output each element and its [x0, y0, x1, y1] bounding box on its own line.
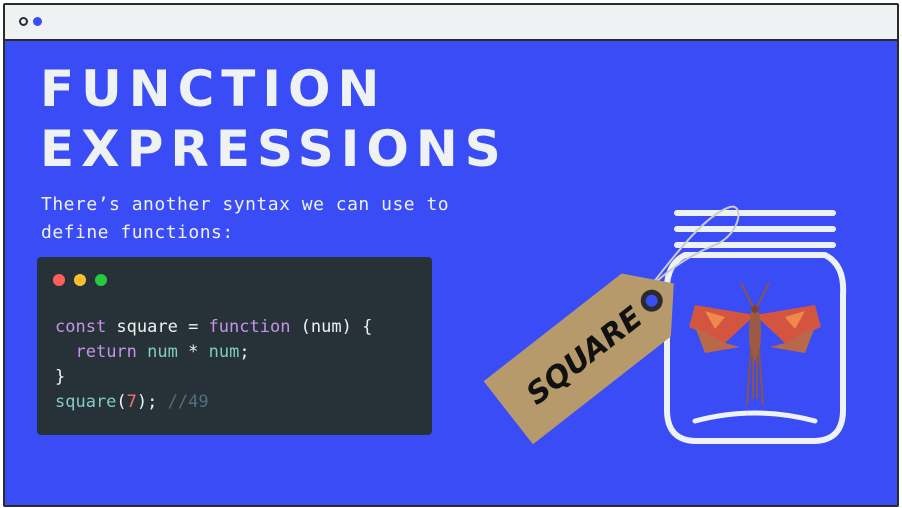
- title-line-1: FUNCTION: [40, 60, 387, 118]
- code-paren: );: [136, 392, 168, 412]
- code-keyword-return: return: [75, 342, 137, 362]
- slide-frame: FUNCTION EXPRESSIONS There’s another syn…: [3, 3, 899, 507]
- jar-lid: [674, 210, 836, 248]
- code-block: const square = function (num) { return n…: [55, 315, 372, 415]
- code-identifier: num: [208, 342, 240, 362]
- code-comment: //49: [167, 392, 209, 412]
- title-line-2: EXPRESSIONS: [40, 120, 508, 178]
- maximize-dot-icon: [95, 274, 107, 286]
- close-dot-icon: [53, 274, 65, 286]
- code-line-1: const square = function (num) {: [55, 317, 372, 337]
- jar-bottom-curve: [692, 410, 818, 424]
- window-title-bar: [5, 5, 897, 41]
- code-function-call: square: [55, 392, 117, 412]
- code-paren: (: [116, 392, 127, 412]
- code-text: square =: [106, 317, 209, 337]
- code-text: ;: [239, 342, 250, 362]
- window-dot-outline-icon[interactable]: [19, 17, 28, 26]
- code-keyword-const: const: [55, 317, 107, 337]
- window-dot-filled-icon[interactable]: [33, 17, 42, 26]
- code-window: const square = function (num) { return n…: [37, 257, 432, 435]
- minimize-dot-icon: [74, 274, 86, 286]
- code-line-2: return num * num;: [55, 342, 250, 362]
- insect-icon: [689, 282, 821, 406]
- code-keyword-function: function: [208, 317, 291, 337]
- code-line-4: square(7); //49: [55, 392, 209, 412]
- code-line-3: }: [55, 367, 66, 387]
- code-operator: *: [177, 342, 209, 362]
- code-text: (num) {: [290, 317, 373, 337]
- jar-illustration: SQUARE: [483, 205, 847, 445]
- code-number: 7: [126, 392, 137, 412]
- code-identifier: num: [147, 342, 178, 362]
- page-title: FUNCTION EXPRESSIONS: [40, 59, 508, 179]
